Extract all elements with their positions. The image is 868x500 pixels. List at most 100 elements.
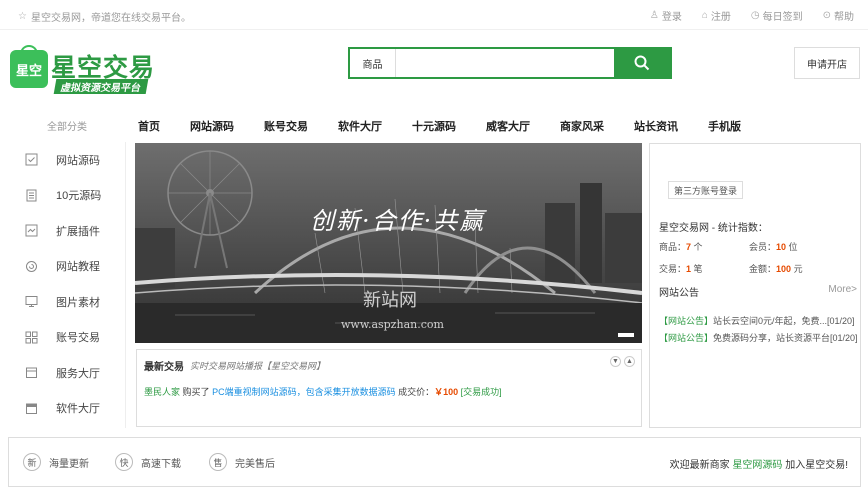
sidebar-item-accounts[interactable]: 账号交易: [8, 320, 125, 356]
trades-header: 最新交易 实时交易网站播报【星空交易网】: [144, 358, 325, 373]
merchant-link[interactable]: 星空网源码: [732, 460, 782, 471]
user-icon: ♙: [649, 10, 659, 21]
sidebar-item-label: 网站源码: [56, 154, 100, 167]
stat-trades: 交易：1 笔: [659, 264, 703, 274]
banner-watermark: 新站网: [363, 290, 417, 311]
nav-item-merchants[interactable]: 商家风采: [560, 118, 604, 134]
new-merchant-welcome: 欢迎最新商家 星空网源码 加入星空交易!: [669, 460, 848, 471]
trade-buyer: 墨民人家: [144, 387, 181, 397]
feature-updates: 新 海量更新: [23, 453, 89, 471]
checkbox-icon: [24, 153, 38, 167]
category-sidebar: 网站源码 10元源码 扩展插件 网站教程 图片素材 账号交易 服务大厅 软件大厅: [8, 142, 126, 428]
search-input[interactable]: [396, 49, 614, 77]
apply-shop-button[interactable]: 申请开店: [794, 47, 860, 79]
features-strip: 新 海量更新 快 高速下载 售 完美售后 欢迎最新商家 星空网源码 加入星空交易…: [8, 437, 861, 487]
sidebar-item-label: 软件大厅: [56, 403, 100, 416]
stat-amount: 金额：100 元: [749, 264, 803, 274]
nav-item-home[interactable]: 首页: [138, 118, 160, 134]
stats-grid: 商品：7 个 会员：10 位 交易：1 笔 金额：100 元: [659, 240, 849, 275]
sidebar-item-label: 服务大厅: [56, 367, 100, 380]
trades-title: 最新交易: [144, 362, 184, 373]
help-link[interactable]: ⊙ 帮助: [823, 8, 854, 23]
scroll-down-icon[interactable]: ▼: [610, 356, 621, 367]
sidebar-item-label: 网站教程: [56, 261, 100, 274]
new-badge-icon: 新: [23, 453, 41, 471]
login-link[interactable]: ♙ 登录: [650, 8, 682, 23]
refresh-icon: [24, 259, 38, 273]
service-badge-icon: 售: [209, 453, 227, 471]
grid-icon: [24, 330, 38, 344]
site-info-panel: 第三方账号登录 星空交易网 - 统计指数： 商品：7 个 会员：10 位 交易：…: [649, 143, 861, 428]
document-icon: [24, 188, 38, 202]
nav-item-freelance[interactable]: 威客大厅: [486, 118, 530, 134]
chart-icon: [24, 224, 38, 238]
stat-members: 会员：10 位: [749, 242, 798, 252]
help-icon: ⊙: [822, 10, 831, 21]
feature-label: 完美售后: [235, 458, 275, 470]
sidebar-item-plugins[interactable]: 扩展插件: [8, 213, 125, 249]
nav-item-software[interactable]: 软件大厅: [338, 118, 382, 134]
register-icon: ⌂: [701, 10, 708, 21]
trade-action: 购买了: [182, 387, 210, 397]
checkin-link[interactable]: ◷ 每日签到: [751, 8, 803, 23]
nav-item-accounts[interactable]: 账号交易: [264, 118, 308, 134]
hero-banner[interactable]: 创新·合作·共赢 新站网 www.aspzhan.com: [135, 143, 642, 343]
more-link[interactable]: More>: [828, 284, 857, 299]
feature-label: 海量更新: [49, 458, 89, 470]
third-party-login-button[interactable]: 第三方账号登录: [668, 181, 744, 199]
logo-subtitle: 虚拟资源交易平台: [53, 79, 149, 94]
notice-item[interactable]: 【网站公告】免费源码分享，站长资源平台[01/20]: [659, 331, 859, 344]
sidebar-item-images[interactable]: 图片素材: [8, 284, 125, 320]
notice-item[interactable]: 【网站公告】站长云空间0元/年起，免费...[01/20]: [659, 314, 859, 327]
trade-price-label: 成交价：: [398, 387, 435, 397]
search-category-select[interactable]: 商品: [350, 49, 396, 77]
store-icon: [24, 366, 38, 380]
top-bar: ☆ 星空交易网，帝道您在线交易平台。 ♙ 登录 ⌂ 注册 ◷ 每日签到 ⊙ 帮助: [0, 0, 868, 30]
all-categories-label[interactable]: 全部分类: [8, 111, 126, 139]
banner-slogan: 创新·合作·共赢: [310, 207, 486, 235]
nav-item-mobile[interactable]: 手机版: [708, 118, 741, 134]
main-nav: 首页 网站源码 账号交易 软件大厅 十元源码 威客大厅 商家风采 站长资讯 手机…: [138, 118, 771, 134]
top-links: ♙ 登录 ⌂ 注册 ◷ 每日签到 ⊙ 帮助: [650, 8, 854, 23]
sidebar-item-label: 10元源码: [56, 190, 102, 203]
trade-product[interactable]: PC端重视制网站源码，包含采集开放数据源码: [212, 387, 396, 397]
sidebar-item-software[interactable]: 软件大厅: [8, 391, 125, 427]
logo-badge[interactable]: 星空: [10, 50, 48, 88]
fast-badge-icon: 快: [115, 453, 133, 471]
sidebar-item-tutorials[interactable]: 网站教程: [8, 249, 125, 285]
notice-title: 网站公告: [659, 288, 699, 299]
sidebar-item-ten-yuan[interactable]: 10元源码: [8, 178, 125, 214]
scroll-up-icon[interactable]: ▲: [624, 356, 635, 367]
sidebar-item-label: 账号交易: [56, 332, 100, 345]
search-button[interactable]: [614, 49, 670, 77]
banner-watermark-url: www.aspzhan.com: [341, 318, 444, 331]
sidebar-item-services[interactable]: 服务大厅: [8, 355, 125, 391]
trade-status: [交易成功]: [460, 387, 502, 397]
trades-scroll-controls: ▼ ▲: [610, 356, 635, 367]
home-icon: ☆: [18, 11, 27, 22]
nav-item-ten-yuan[interactable]: 十元源码: [412, 118, 456, 134]
nav-item-website-source[interactable]: 网站源码: [190, 118, 234, 134]
notice-header: 网站公告 More>: [659, 284, 857, 299]
sidebar-item-label: 图片素材: [56, 296, 100, 309]
register-link[interactable]: ⌂ 注册: [702, 8, 731, 23]
stat-products: 商品：7 个: [659, 242, 703, 252]
welcome-message: ☆ 星空交易网，帝道您在线交易平台。: [18, 9, 191, 24]
feature-fast-download: 快 高速下载: [115, 453, 181, 471]
clock-icon: ◷: [750, 10, 760, 21]
stats-title: 星空交易网 - 统计指数：: [659, 223, 768, 234]
window-icon: [24, 401, 38, 415]
trade-price: ￥100: [434, 387, 459, 397]
bridge-illustration: [135, 150, 642, 343]
sidebar-item-website-source[interactable]: 网站源码: [8, 142, 125, 178]
search-icon: [634, 55, 650, 71]
nav-item-news[interactable]: 站长资讯: [634, 118, 678, 134]
feature-after-sales: 售 完美售后: [209, 453, 275, 471]
sidebar-item-label: 扩展插件: [56, 225, 100, 238]
latest-trades-panel: 最新交易 实时交易网站播报【星空交易网】 ▼ ▲ 墨民人家 购买了 PC端重视制…: [136, 349, 642, 427]
trade-row[interactable]: 墨民人家 购买了 PC端重视制网站源码，包含采集开放数据源码 成交价：￥100 …: [144, 385, 502, 398]
feature-label: 高速下载: [141, 458, 181, 470]
welcome-text: 星空交易网，帝道您在线交易平台。: [30, 13, 191, 24]
carousel-indicator[interactable]: [618, 333, 634, 337]
trades-subtitle: 实时交易网站播报【星空交易网】: [190, 361, 326, 371]
